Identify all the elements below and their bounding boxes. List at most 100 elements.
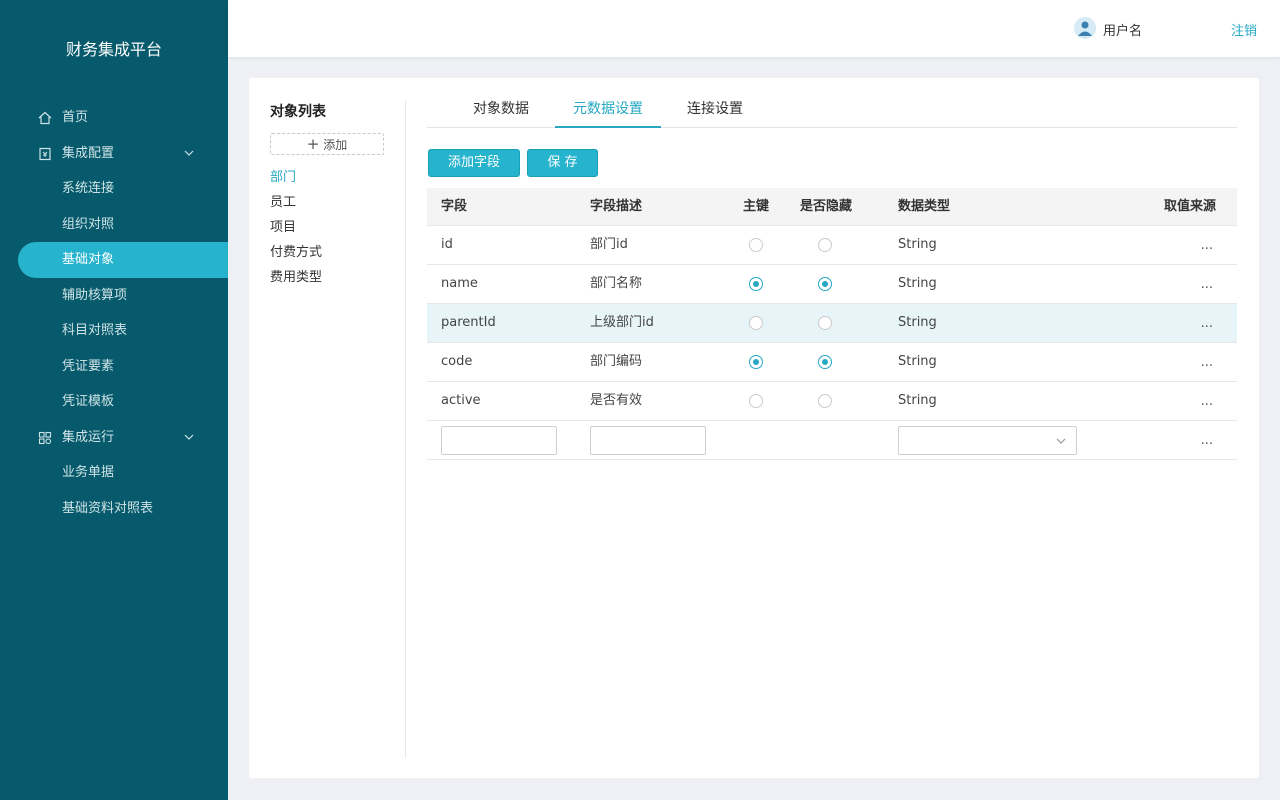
sidebar-item-business-docs[interactable]: 业务单据 — [0, 455, 228, 491]
sidebar-menu: 首页 集成配置 系统连接 组织对照 基础对象 辅助核算项 科目对照表 凭证要素 … — [0, 100, 228, 526]
field-description-cell: 上级部门id — [590, 315, 654, 330]
sidebar-item-voucher-elements[interactable]: 凭证要素 — [0, 349, 228, 385]
object-list: 部门 员工 项目 付费方式 费用类型 — [270, 168, 322, 293]
tab-bar: 对象数据 元数据设置 连接设置 — [427, 98, 1237, 128]
primary-key-radio[interactable] — [749, 277, 763, 291]
hidden-radio[interactable] — [818, 316, 832, 330]
more-options-button[interactable]: ... — [1201, 226, 1213, 266]
sidebar-item-voucher-template[interactable]: 凭证模板 — [0, 384, 228, 420]
chevron-down-icon — [1056, 438, 1066, 444]
hidden-radio[interactable] — [818, 394, 832, 408]
sidebar-item-label: 基础资料对照表 — [62, 500, 154, 516]
sidebar-item-system-connection[interactable]: 系统连接 — [0, 171, 228, 207]
hidden-radio[interactable] — [818, 277, 832, 291]
sidebar-item-label: 凭证要素 — [62, 358, 115, 374]
sidebar-item-home[interactable]: 首页 — [0, 100, 228, 136]
more-options-button[interactable]: ... — [1201, 265, 1213, 305]
new-field-type-select[interactable] — [898, 426, 1077, 455]
app-title: 财务集成平台 — [65, 40, 162, 59]
more-options-button[interactable]: ... — [1201, 421, 1213, 461]
new-field-row: ... — [427, 421, 1237, 460]
sidebar-item-master-data-mapping[interactable]: 基础资料对照表 — [0, 491, 228, 527]
field-description-cell: 部门编码 — [590, 354, 643, 369]
table-row[interactable]: active 是否有效 String ... — [427, 382, 1237, 421]
primary-key-radio[interactable] — [749, 355, 763, 369]
column-header-hidden: 是否隐藏 — [800, 199, 853, 214]
object-item-department[interactable]: 部门 — [270, 168, 322, 193]
field-description-cell: 部门id — [590, 237, 628, 252]
sidebar-item-label: 业务单据 — [62, 465, 115, 480]
tab-connection-settings[interactable]: 连接设置 — [671, 98, 759, 128]
column-header-description: 字段描述 — [590, 199, 643, 214]
metadata-table: 字段 字段描述 主键 是否隐藏 数据类型 取值来源 id 部门id String… — [427, 188, 1237, 460]
table-row[interactable]: id 部门id String ... — [427, 226, 1237, 265]
object-item-payment-method[interactable]: 付费方式 — [270, 243, 322, 268]
data-type-cell: String — [898, 237, 937, 252]
primary-key-radio[interactable] — [749, 394, 763, 408]
primary-key-radio[interactable] — [749, 238, 763, 252]
hidden-radio[interactable] — [818, 355, 832, 369]
main-card: 对象列表 + 添加 部门 员工 项目 付费方式 费用类型 对象数据 元数据设置 连… — [249, 78, 1259, 778]
chevron-down-icon — [184, 150, 194, 156]
object-item-project[interactable]: 项目 — [270, 218, 322, 243]
table-row[interactable]: name 部门名称 String ... — [427, 265, 1237, 304]
plus-icon: + — [306, 135, 320, 153]
sidebar-item-label: 凭证模板 — [62, 394, 115, 409]
object-item-employee[interactable]: 员工 — [270, 193, 322, 218]
more-options-button[interactable]: ... — [1201, 382, 1213, 422]
sidebar: 财务集成平台 首页 集成配置 系统连接 组织对照 基础对象 辅助核算项 科目对照… — [0, 0, 228, 800]
more-options-button[interactable]: ... — [1201, 304, 1213, 344]
primary-key-radio[interactable] — [749, 316, 763, 330]
data-type-cell: String — [898, 393, 937, 408]
save-button[interactable]: 保 存 — [527, 149, 598, 177]
table-row[interactable]: parentId 上级部门id String ... — [427, 304, 1237, 343]
table-row[interactable]: code 部门编码 String ... — [427, 343, 1237, 382]
sidebar-item-label: 集成配置 — [62, 145, 115, 161]
more-options-button[interactable]: ... — [1201, 343, 1213, 383]
home-icon — [38, 111, 52, 125]
sidebar-item-label: 组织对照 — [62, 216, 115, 232]
sidebar-item-aux-accounting[interactable]: 辅助核算项 — [0, 278, 228, 314]
divider — [405, 100, 406, 758]
add-object-button[interactable]: + 添加 — [270, 133, 384, 155]
config-icon — [39, 147, 51, 160]
field-description-cell: 是否有效 — [590, 393, 643, 408]
data-type-cell: String — [898, 354, 937, 369]
column-header-primary-key: 主键 — [743, 199, 770, 214]
column-header-data-type: 数据类型 — [898, 199, 951, 214]
grid-icon — [38, 431, 52, 444]
add-field-button[interactable]: 添加字段 — [428, 149, 520, 177]
sidebar-item-label: 辅助核算项 — [62, 287, 128, 303]
column-header-field: 字段 — [441, 199, 468, 214]
field-name-cell: name — [441, 276, 478, 291]
sidebar-item-subject-mapping[interactable]: 科目对照表 — [0, 313, 228, 349]
chevron-down-icon — [184, 434, 194, 440]
logout-link[interactable]: 注销 — [1231, 20, 1257, 39]
field-name-cell: active — [441, 393, 481, 408]
sidebar-item-label: 科目对照表 — [62, 323, 128, 338]
data-type-cell: String — [898, 276, 937, 291]
tab-metadata-settings[interactable]: 元数据设置 — [555, 98, 661, 128]
add-object-label: 添加 — [323, 138, 348, 152]
avatar-icon — [1074, 17, 1096, 39]
sidebar-item-org-mapping[interactable]: 组织对照 — [0, 207, 228, 243]
sidebar-item-label: 系统连接 — [62, 181, 115, 196]
new-field-description-input[interactable] — [590, 426, 706, 455]
username: 用户名 — [1103, 24, 1143, 39]
new-field-name-input[interactable] — [441, 426, 557, 455]
field-name-cell: parentId — [441, 315, 496, 330]
hidden-radio[interactable] — [818, 238, 832, 252]
sidebar-item-base-objects[interactable]: 基础对象 — [18, 242, 228, 278]
object-list-title: 对象列表 — [270, 104, 326, 120]
column-header-value-source: 取值来源 — [1163, 199, 1216, 214]
sidebar-item-integration-config[interactable]: 集成配置 — [0, 136, 228, 172]
field-name-cell: id — [441, 237, 453, 252]
sidebar-item-label: 首页 — [62, 110, 89, 125]
avatar[interactable] — [1074, 17, 1096, 39]
sidebar-item-label: 集成运行 — [62, 429, 115, 445]
sidebar-item-integration-run[interactable]: 集成运行 — [0, 420, 228, 456]
sidebar-item-label: 基础对象 — [62, 252, 115, 267]
field-description-cell: 部门名称 — [590, 276, 643, 291]
tab-object-data[interactable]: 对象数据 — [457, 98, 545, 128]
object-item-expense-type[interactable]: 费用类型 — [270, 268, 322, 293]
